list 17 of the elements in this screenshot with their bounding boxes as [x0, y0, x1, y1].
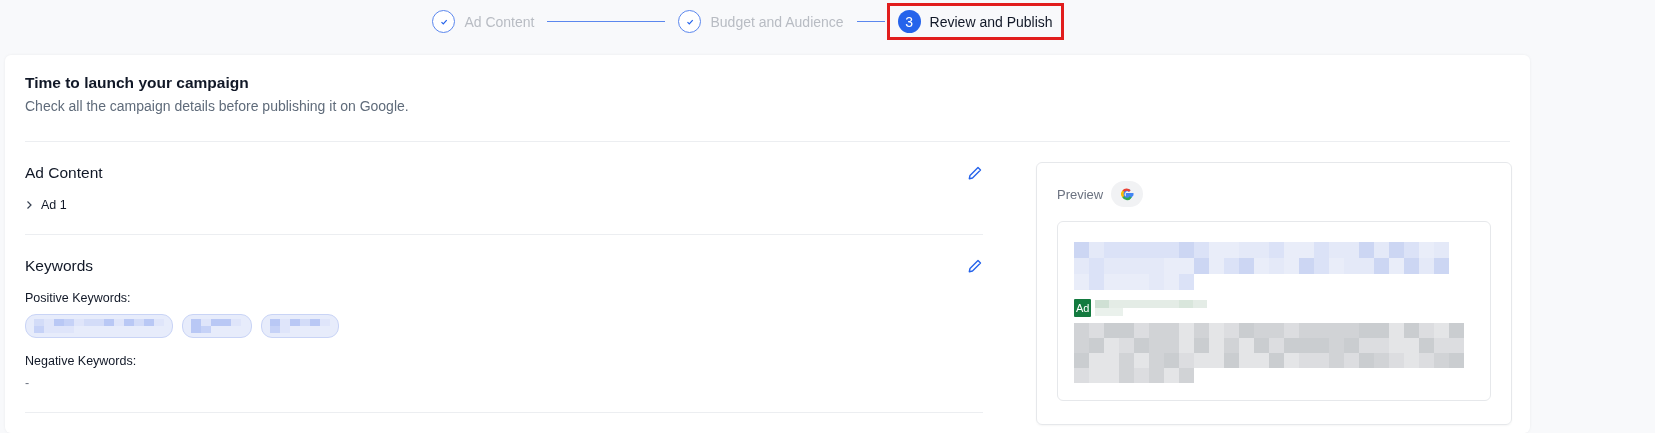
step-label[interactable]: Review and Publish: [929, 13, 1053, 30]
keywords-label: Negative Keywords:: [25, 354, 138, 368]
edit-icon[interactable]: [967, 165, 983, 181]
ad-badge: Ad: [1074, 299, 1092, 317]
section-title: Ad Content: [25, 164, 103, 182]
step-number: 3: [897, 10, 921, 33]
empty-value: -: [25, 376, 31, 390]
section-title: Keywords: [25, 257, 94, 275]
page-title: Time to launch your campaign: [25, 74, 250, 92]
preview-label: Preview: [1057, 186, 1104, 202]
keyword-chip: [182, 314, 252, 338]
google-icon[interactable]: [1111, 181, 1144, 207]
connector-line: [856, 20, 885, 23]
edit-icon[interactable]: [967, 258, 983, 274]
keywords-label: Positive Keywords:: [25, 291, 132, 305]
ad-item[interactable]: Ad 1: [25, 198, 67, 212]
page-subtitle: Check all the campaign details before publishing it on Google.: [25, 98, 410, 114]
